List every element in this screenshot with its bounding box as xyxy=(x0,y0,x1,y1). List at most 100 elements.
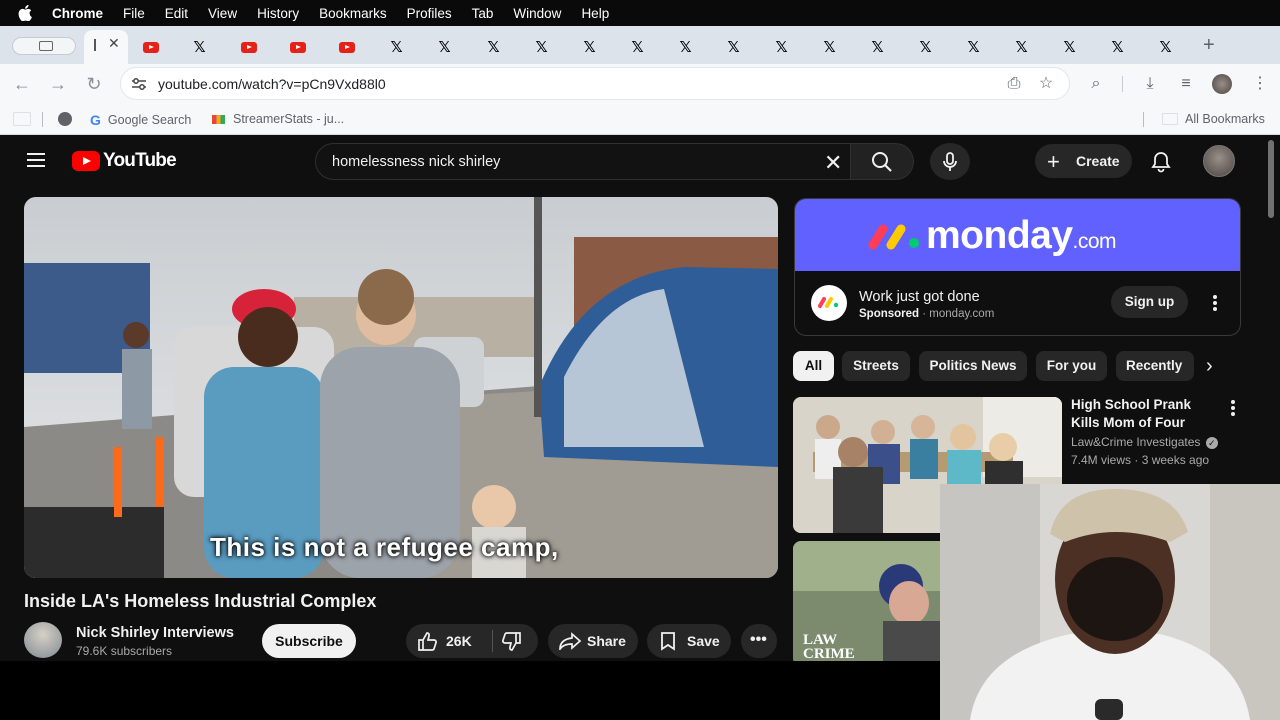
profile-avatar[interactable] xyxy=(1212,74,1232,94)
menu-edit[interactable]: Edit xyxy=(165,6,188,21)
tab-x[interactable]: 𝕏 xyxy=(918,36,933,58)
advertiser-logo[interactable] xyxy=(811,285,847,321)
chip-for-you[interactable]: For you xyxy=(1036,351,1107,381)
tab-x[interactable]: 𝕏 xyxy=(870,36,885,58)
more-actions-button[interactable]: ••• xyxy=(741,624,777,658)
ad-more-icon[interactable] xyxy=(1213,295,1217,311)
tab-x[interactable]: 𝕏 xyxy=(192,36,207,58)
create-button[interactable]: + Create xyxy=(1035,144,1132,178)
tab-x[interactable]: 𝕏 xyxy=(437,36,452,58)
chip-recently-uploaded[interactable]: Recently u xyxy=(1116,351,1194,381)
scrollbar[interactable] xyxy=(1268,140,1274,218)
tab-x[interactable]: 𝕏 xyxy=(774,36,789,58)
youtube-logo[interactable]: YouTube xyxy=(72,150,177,172)
chrome-menu-icon[interactable]: ⋮ xyxy=(1250,74,1270,94)
x-favicon-icon: 𝕏 xyxy=(487,37,500,56)
tab-x[interactable]: 𝕏 xyxy=(1014,36,1029,58)
menu-tab[interactable]: Tab xyxy=(472,6,494,21)
menu-help[interactable]: Help xyxy=(581,6,609,21)
apps-icon[interactable] xyxy=(13,112,31,126)
apple-icon[interactable] xyxy=(18,5,38,21)
forward-arrow-icon[interactable]: → xyxy=(47,73,69,95)
search-button[interactable] xyxy=(851,143,914,180)
tab-x[interactable]: 𝕏 xyxy=(966,36,981,58)
channel-name[interactable]: Nick Shirley Interviews xyxy=(76,625,234,641)
menu-chrome[interactable]: Chrome xyxy=(52,6,103,21)
tab-group-collapsed[interactable] xyxy=(12,37,76,55)
tab-x[interactable]: 𝕏 xyxy=(726,36,741,58)
more-horizontal-icon: ••• xyxy=(750,631,767,648)
close-icon[interactable]: ✕ xyxy=(108,35,120,52)
subscribe-button[interactable]: Subscribe xyxy=(262,624,356,658)
tab-youtube[interactable] xyxy=(241,36,257,58)
channel-avatar[interactable] xyxy=(24,622,62,658)
notifications-bell-icon[interactable] xyxy=(1150,151,1172,173)
plus-icon: + xyxy=(1047,149,1060,174)
like-dislike-group: 26K xyxy=(406,624,538,658)
like-divider xyxy=(492,630,493,652)
account-avatar[interactable] xyxy=(1203,145,1235,177)
search-icon xyxy=(872,152,892,172)
voice-search-button[interactable] xyxy=(930,143,970,180)
google-icon: G xyxy=(90,112,101,128)
like-count[interactable]: 26K xyxy=(446,633,472,649)
save-button[interactable]: Save xyxy=(647,624,731,658)
related-video-title[interactable]: High School Prank Kills Mom of Four xyxy=(1071,396,1221,432)
related-more-icon[interactable] xyxy=(1231,400,1235,416)
menu-icon[interactable] xyxy=(27,153,45,167)
menu-window[interactable]: Window xyxy=(513,6,561,21)
video-player[interactable]: This is not a refugee camp, xyxy=(24,197,778,578)
menu-file[interactable]: File xyxy=(123,6,145,21)
create-label: Create xyxy=(1076,153,1120,169)
bookmark-google-search[interactable]: G Google Search xyxy=(90,112,191,128)
tab-x[interactable]: 𝕏 xyxy=(389,36,404,58)
tab-search-icon[interactable]: ⌕ xyxy=(1086,74,1106,94)
tab-x[interactable]: 𝕏 xyxy=(1062,36,1077,58)
related-channel[interactable]: Law&Crime Investigates ✓ xyxy=(1071,435,1218,449)
thumbs-up-icon[interactable] xyxy=(417,631,439,651)
ad-cta-button[interactable]: Sign up xyxy=(1111,286,1188,318)
active-tab[interactable]: ✕ xyxy=(84,30,128,64)
tab-youtube[interactable] xyxy=(143,36,159,58)
tab-youtube[interactable] xyxy=(339,36,355,58)
all-bookmarks[interactable]: All Bookmarks xyxy=(1162,112,1265,126)
monday-logo-icon xyxy=(868,224,919,250)
download-icon[interactable]: ⤓ xyxy=(1140,74,1160,94)
bookmark-streamerstats[interactable]: StreamerStats - ju... xyxy=(212,112,344,126)
tab-x[interactable]: 𝕏 xyxy=(678,36,693,58)
tab-x[interactable]: 𝕏 xyxy=(486,36,501,58)
ad-banner[interactable]: monday.com xyxy=(795,199,1240,271)
address-bar[interactable]: youtube.com/watch?v=pCn9Vxd88l0 ⎙ ☆ xyxy=(120,67,1070,100)
thumbs-down-icon[interactable] xyxy=(500,632,522,652)
globe-icon[interactable] xyxy=(58,112,72,126)
bookmark-icon xyxy=(661,632,675,651)
tab-x[interactable]: 𝕏 xyxy=(534,36,549,58)
chip-streets[interactable]: Streets xyxy=(842,351,910,381)
tab-youtube[interactable] xyxy=(290,36,306,58)
chip-all[interactable]: All xyxy=(793,351,834,381)
new-tab-icon[interactable]: + xyxy=(1203,34,1215,57)
back-arrow-icon[interactable]: ← xyxy=(11,73,33,95)
tab-x[interactable]: 𝕏 xyxy=(630,36,645,58)
install-app-icon[interactable]: ⎙ xyxy=(1004,74,1024,94)
menu-history[interactable]: History xyxy=(257,6,299,21)
clear-search-icon[interactable]: ✕ xyxy=(824,150,842,176)
menu-bookmarks[interactable]: Bookmarks xyxy=(319,6,387,21)
chevron-right-icon[interactable]: › xyxy=(1206,355,1213,378)
chip-politics-news[interactable]: Politics News xyxy=(919,351,1027,381)
video-title: Inside LA's Homeless Industrial Complex xyxy=(24,591,377,611)
menu-view[interactable]: View xyxy=(208,6,237,21)
reload-icon[interactable]: ↻ xyxy=(83,73,105,95)
tab-x[interactable]: 𝕏 xyxy=(582,36,597,58)
sponsored-label: Sponsored xyxy=(859,308,920,320)
media-controls-icon[interactable]: ≡ xyxy=(1176,74,1196,94)
tab-x[interactable]: 𝕏 xyxy=(822,36,837,58)
bookmark-star-icon[interactable]: ☆ xyxy=(1036,74,1056,94)
menu-profiles[interactable]: Profiles xyxy=(407,6,452,21)
tab-x[interactable]: 𝕏 xyxy=(1110,36,1125,58)
site-settings-icon[interactable] xyxy=(131,77,147,91)
search-input[interactable]: homelessness nick shirley ✕ xyxy=(315,143,851,180)
tab-x[interactable]: 𝕏 xyxy=(1158,36,1173,58)
share-button[interactable]: Share xyxy=(548,624,638,658)
sponsored-ad[interactable]: monday.com Work just got done Sponsored … xyxy=(794,198,1241,336)
